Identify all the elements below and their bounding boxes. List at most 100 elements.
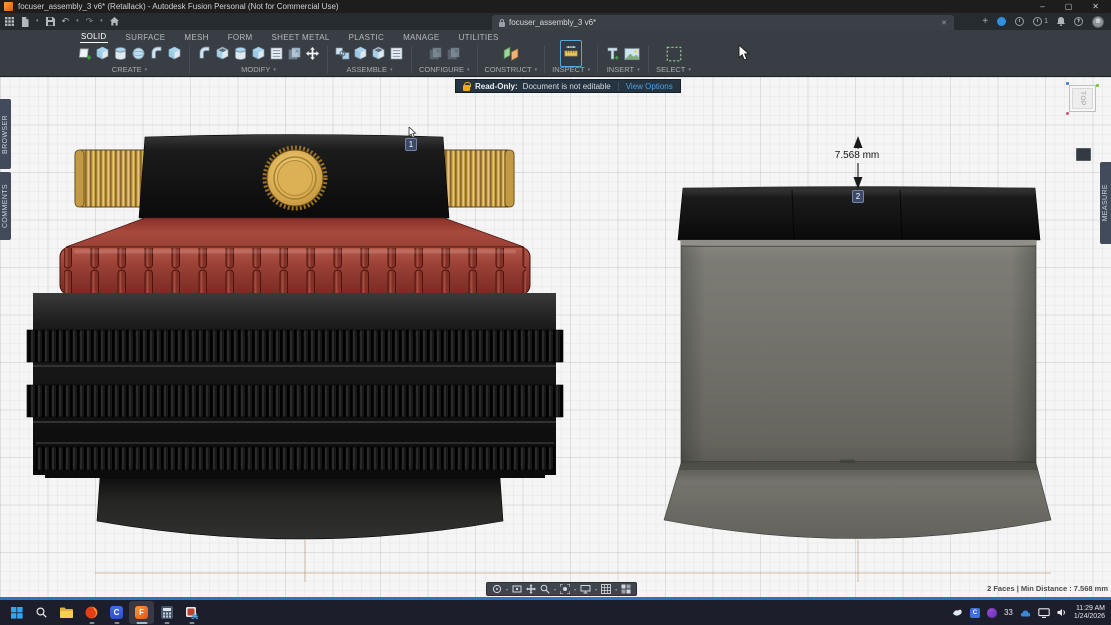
focuser-model[interactable] [26,134,564,540]
viewports-icon[interactable] [621,584,631,594]
rigid-group-icon[interactable] [371,46,386,61]
configuration-table-icon[interactable] [446,46,461,61]
new-tab-button[interactable]: + [982,16,988,27]
banner-action-link[interactable]: View Options [626,82,673,91]
tray-bird-icon[interactable] [952,608,963,617]
taskbar-snipping-tool[interactable] [179,601,204,624]
move-copy-icon[interactable] [305,46,320,61]
sphere-icon[interactable] [131,46,146,61]
fillet-icon[interactable] [215,46,230,61]
job-status-icon[interactable] [997,17,1007,26]
user-avatar[interactable] [1092,15,1104,28]
shell-icon[interactable] [233,46,248,61]
grid-caret[interactable]: ▾ [595,587,597,592]
file-menu-icon[interactable] [21,16,29,27]
split-body-icon[interactable] [287,46,302,61]
taskbar-c-app[interactable]: C [104,601,129,624]
cylinder-icon[interactable] [113,46,128,61]
configure-menu[interactable]: CONFIGURE ▾ [419,65,470,76]
display-settings-icon[interactable] [580,584,591,594]
help-icon[interactable]: ? [1074,17,1083,26]
measure-panel-tab[interactable]: MEASURE [1100,162,1111,244]
insert-derive-icon[interactable] [605,46,620,61]
tab-manage[interactable]: MANAGE [402,33,440,43]
selection-marker-2[interactable]: 2 [852,190,864,203]
orbit-caret[interactable]: ▾ [506,587,508,592]
browser-panel-tab[interactable]: BROWSER [0,99,11,169]
tab-surface[interactable]: SURFACE [125,33,167,43]
tab-utilities[interactable]: UTILITIES [458,33,500,43]
tab-form[interactable]: FORM [227,33,254,43]
model-viewport[interactable] [0,77,1111,597]
tray-temperature[interactable]: 33 [1004,608,1013,617]
construct-menu[interactable]: CONSTRUCT ▾ [485,65,538,76]
comments-panel-tab[interactable]: COMMENTS [0,172,11,240]
tube-flange[interactable] [663,462,1052,539]
tab-sheet-metal[interactable]: SHEET METAL [271,33,331,43]
undo-caret[interactable]: ▾ [76,19,79,24]
document-tab[interactable]: focuser_assembly_3 v6* ✕ [492,15,954,30]
grid-settings-icon[interactable] [601,584,612,594]
tab-solid[interactable]: SOLID [80,32,108,43]
select-menu[interactable]: SELECT ▾ [656,65,691,76]
modify-menu[interactable]: MODIFY ▾ [241,65,276,76]
minimize-button[interactable]: – [1040,2,1044,11]
measure-tool-active[interactable] [560,40,583,67]
taskbar-calculator[interactable] [154,601,179,624]
display-caret[interactable]: ▾ [574,587,576,592]
select-tool-icon[interactable] [665,45,683,63]
update-status-icon[interactable] [1015,17,1025,26]
construction-plane-icon[interactable] [502,45,520,63]
taskbar-firefox[interactable] [79,601,104,624]
create-sketch-icon[interactable] [77,46,92,61]
bottom-flange[interactable] [96,477,504,540]
viewport-caret[interactable]: ▾ [615,587,617,592]
press-pull-icon[interactable] [197,46,212,61]
joint-icon[interactable] [353,46,368,61]
onedrive-cloud-icon[interactable] [1020,609,1031,617]
taskbar-clock[interactable]: 11:29 AM 1/24/2026 [1074,605,1105,621]
bell-icon[interactable] [1057,17,1065,26]
tab-plastic[interactable]: PLASTIC [348,33,385,43]
home-icon[interactable] [109,17,119,26]
notification-counter[interactable]: 1 [1033,17,1048,26]
taskbar-search[interactable] [29,601,54,624]
offset-face-icon[interactable] [269,46,284,61]
undo-button[interactable]: ↶ [62,17,70,26]
zoom-caret[interactable]: ▾ [554,587,556,592]
collapsed-measure-palette[interactable] [1076,148,1091,161]
file-menu-caret[interactable]: ▾ [36,19,39,24]
selection-marker-1[interactable]: 1 [405,138,417,151]
red-cone[interactable] [65,217,525,248]
extrude-icon[interactable] [167,46,182,61]
inspect-menu[interactable]: INSPECT ▾ [552,65,590,76]
tray-c-icon[interactable]: C [969,607,980,618]
zoom-icon[interactable] [540,584,550,594]
taskbar-file-explorer[interactable] [54,601,79,624]
look-at-icon[interactable] [512,584,522,594]
lower-body[interactable] [26,293,564,478]
maximize-button[interactable]: ▢ [1065,2,1073,11]
form-icon[interactable] [149,46,164,61]
insert-canvas-icon[interactable] [623,45,641,63]
box-icon[interactable] [95,46,110,61]
insert-menu[interactable]: INSERT ▾ [607,65,640,76]
combine-icon[interactable] [251,46,266,61]
view-cube[interactable]: TOP [1066,82,1099,115]
document-tab-close[interactable]: ✕ [941,19,947,27]
start-button[interactable] [4,601,29,624]
volume-icon[interactable] [1057,608,1067,617]
assemble-menu[interactable]: ASSEMBLE ▾ [347,65,393,76]
taskbar-fusion[interactable]: F [129,601,154,624]
configuration-icon[interactable] [428,46,443,61]
new-component-icon[interactable] [335,46,350,61]
create-menu[interactable]: CREATE ▾ [112,65,147,76]
orbit-icon[interactable] [492,584,502,594]
drawtube-model[interactable] [663,186,1052,539]
fit-icon[interactable] [560,584,571,594]
tab-mesh[interactable]: MESH [183,33,209,43]
bom-icon[interactable] [389,46,404,61]
pan-icon[interactable] [526,584,537,594]
redo-caret[interactable]: ▾ [100,19,103,24]
tray-app-icon[interactable] [986,607,997,618]
